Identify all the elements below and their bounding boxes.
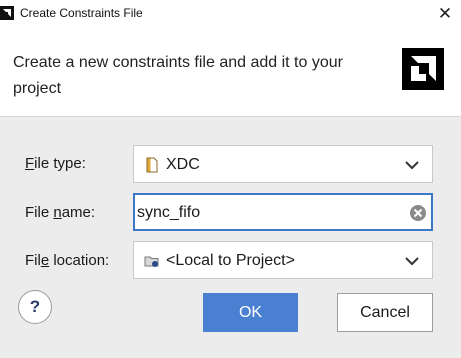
file-type-dropdown[interactable]: XDC [133, 145, 433, 183]
file-location-value: <Local to Project> [166, 252, 295, 269]
file-type-mnemonic: F [25, 155, 35, 172]
close-button[interactable]: ✕ [435, 3, 455, 25]
cancel-button[interactable]: Cancel [337, 293, 433, 332]
file-type-value: XDC [166, 156, 200, 173]
file-location-label: File location: [25, 252, 109, 269]
file-location-dropdown[interactable]: <Local to Project> [133, 241, 433, 279]
window-title: Create Constraints File [20, 6, 143, 20]
folder-icon [144, 253, 160, 269]
chevron-down-icon [404, 254, 420, 266]
header-description: Create a new constraints file and add it… [13, 54, 343, 97]
chevron-down-icon [404, 158, 420, 170]
file-icon [144, 157, 160, 173]
title-bar: Create Constraints File ✕ [0, 0, 461, 30]
file-type-label-text: ile type: [34, 155, 86, 172]
dialog-header: Create a new constraints file and add it… [0, 30, 461, 117]
file-name-value: sync_fifo [137, 204, 201, 221]
clear-icon[interactable] [409, 204, 427, 222]
vivado-logo-icon [0, 6, 14, 20]
ok-button[interactable]: OK [203, 293, 298, 332]
help-button[interactable]: ? [18, 290, 52, 324]
file-name-label-pre: File [25, 204, 54, 221]
file-location-label-pre: Fil [25, 252, 41, 269]
file-type-label: File type: [25, 155, 86, 172]
file-name-label: File name: [25, 204, 95, 221]
file-name-label-text: ame: [61, 204, 96, 221]
file-name-input[interactable]: sync_fifo [133, 193, 433, 231]
file-name-mnemonic: n [53, 204, 62, 221]
file-location-label-text: location: [49, 252, 110, 269]
file-location-mnemonic: e [40, 252, 50, 269]
amd-logo-icon [402, 48, 444, 90]
